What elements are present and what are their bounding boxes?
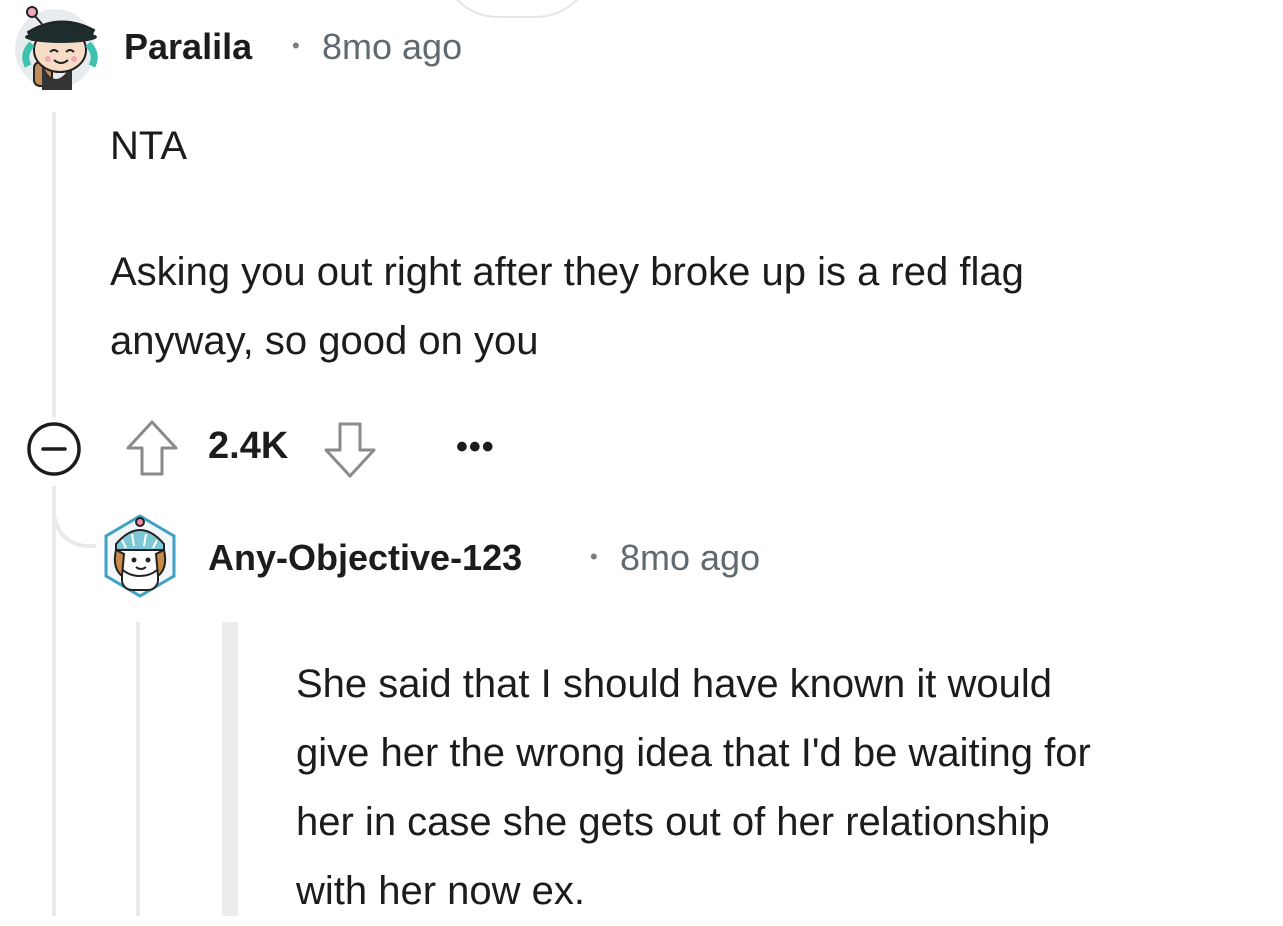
upvote-arrow-icon[interactable] <box>124 418 180 478</box>
comment-body-line: She said that I should have known it wou… <box>296 662 1053 706</box>
vote-count: 2.4K <box>208 425 289 467</box>
avatar-any-objective-123[interactable] <box>100 510 180 600</box>
username-any-objective-123[interactable]: Any-Objective-123 <box>208 537 522 579</box>
separator-dot: • <box>292 33 300 58</box>
comment-body-line: NTA <box>110 124 188 168</box>
timestamp-any-objective-123: 8mo ago <box>620 537 761 578</box>
avatar-paralila[interactable] <box>12 4 98 90</box>
more-options-icon[interactable]: ••• <box>456 428 495 467</box>
parent-thread-connector <box>440 0 594 18</box>
timestamp-paralila: 8mo ago <box>322 26 463 67</box>
comment-actions: 2.4K ••• <box>0 410 600 486</box>
downvote-arrow-icon[interactable] <box>322 420 378 480</box>
comment-body-line: Asking you out right after they broke up… <box>110 250 1024 294</box>
quote-bar <box>222 622 238 916</box>
thread-line-paralila-lower <box>52 486 56 916</box>
username-paralila[interactable]: Paralila <box>124 26 252 68</box>
comment-body-line: give her the wrong idea that I'd be wait… <box>296 731 1091 775</box>
thread-line-any-objective <box>136 622 140 916</box>
reply-connector <box>52 500 96 548</box>
collapse-minus-icon[interactable] <box>26 421 82 477</box>
comment-body-line: her in case she gets out of her relation… <box>296 800 1050 844</box>
comment-body-line: anyway, so good on you <box>110 319 539 363</box>
thread-line-paralila <box>52 112 56 417</box>
separator-dot: • <box>590 544 598 569</box>
